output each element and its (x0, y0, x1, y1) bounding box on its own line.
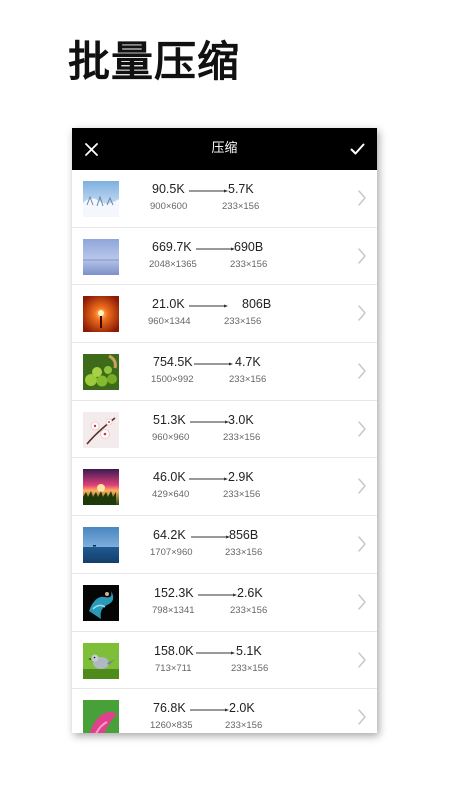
arrow-right-icon (198, 593, 237, 597)
arrow-right-icon (189, 477, 228, 481)
app-bar: 压缩 (72, 128, 377, 170)
compressed-size: 2.9K (228, 470, 254, 485)
compressed-dimensions: 233×156 (222, 201, 260, 212)
compressed-size: 806B (242, 297, 272, 312)
arrow-right-icon (190, 420, 229, 424)
original-size: 21.0K (152, 297, 185, 312)
image-row[interactable]: 76.8K 2.0K 1260×835 233×156 (72, 689, 377, 733)
image-row[interactable]: 51.3K 3.0K 960×960 233×156 (72, 401, 377, 459)
checkmark-icon (350, 143, 364, 155)
compressed-dimensions: 233×156 (231, 662, 269, 674)
original-size: 754.5K (153, 355, 193, 370)
chevron-right-icon (358, 709, 366, 725)
arrow-right-icon (196, 247, 235, 251)
image-row[interactable]: 669.7K 690B 2048×1365 233×156 (72, 228, 377, 286)
confirm-button[interactable] (343, 135, 371, 163)
compressed-dimensions: 233×156 (225, 720, 263, 732)
original-size: 669.7K (152, 239, 192, 254)
app-bar-title: 压缩 (211, 141, 238, 156)
original-dimensions: 429×640 (152, 489, 190, 501)
arrow-right-icon (196, 651, 235, 654)
thumbnail-pink-flower (83, 700, 119, 733)
original-size: 158.0K (154, 643, 194, 658)
chevron-right-icon (358, 536, 366, 552)
chevron-right-icon (358, 363, 366, 379)
compressed-dimensions: 233×156 (229, 374, 267, 386)
compressed-size: 690B (234, 239, 264, 254)
image-row[interactable]: 64.2K 856B 1707×960 233×156 (72, 516, 377, 574)
chevron-right-icon (358, 651, 366, 668)
original-dimensions: 1707×960 (150, 547, 193, 559)
compressed-dimensions: 233×156 (230, 258, 268, 270)
original-dimensions: 1260×835 (150, 720, 193, 732)
phone-screen: 压缩 90.5K 5.7K 900×600 233×156 669.7K 690B 2048… (72, 128, 377, 733)
image-row[interactable]: 158.0K 5.1K 713×711 233×156 (72, 632, 377, 690)
compressed-size: 2.0K (229, 701, 255, 716)
thumbnail-misty-blue-lake (83, 238, 119, 275)
image-row[interactable]: 152.3K 2.6K 798×1341 233×156 (72, 574, 377, 632)
thumbnail-blue-dancer (83, 584, 119, 621)
original-size: 51.3K (153, 412, 186, 427)
compressed-size: 3.0K (228, 412, 254, 427)
original-dimensions: 798×1341 (152, 604, 195, 616)
compressed-dimensions: 233×156 (223, 489, 261, 501)
image-row[interactable]: 46.0K 2.9K 429×640 233×156 (72, 458, 377, 517)
chevron-right-icon (358, 421, 366, 437)
compressed-size: 5.1K (236, 643, 262, 658)
compressed-dimensions: 233×156 (225, 547, 263, 559)
original-dimensions: 2048×1365 (149, 258, 197, 270)
arrow-right-icon (189, 189, 228, 193)
chevron-right-icon (358, 478, 366, 495)
original-dimensions: 960×960 (152, 431, 190, 443)
chevron-right-icon (358, 305, 366, 322)
thumbnail-green-peas-macro (83, 354, 119, 391)
arrow-right-icon (191, 535, 230, 539)
compressed-dimensions: 233×156 (230, 604, 268, 616)
image-row[interactable]: 754.5K 4.7K 1500×992 233×156 (72, 343, 377, 401)
chevron-right-icon (358, 247, 366, 264)
thumbnail-bird-on-grass (83, 642, 119, 679)
thumbnail-pink-sunset-field (83, 469, 119, 506)
original-size: 76.8K (153, 701, 186, 716)
compressed-dimensions: 233×156 (224, 316, 262, 328)
original-size: 64.2K (153, 528, 186, 543)
image-list: 90.5K 5.7K 900×600 233×156 669.7K 690B 2048×13… (72, 170, 377, 733)
original-size: 90.5K (152, 182, 185, 196)
original-dimensions: 1500×992 (151, 374, 194, 386)
arrow-right-icon (190, 708, 229, 712)
original-dimensions: 960×1344 (148, 316, 191, 328)
compressed-dimensions: 233×156 (223, 431, 261, 443)
original-size: 46.0K (153, 470, 186, 485)
chevron-right-icon (358, 594, 366, 610)
thumbnail-white-blossoms (83, 411, 119, 448)
thumbnail-snowy-landscape (83, 181, 119, 217)
promo-title: 批量压缩 (68, 37, 241, 86)
original-size: 152.3K (154, 585, 194, 600)
original-dimensions: 713×711 (155, 662, 192, 674)
image-row[interactable]: 21.0K 806B 960×1344 233×156 (72, 285, 377, 344)
chevron-right-icon (358, 190, 366, 206)
thumbnail-orange-sunset (83, 296, 119, 333)
compressed-size: 4.7K (235, 355, 261, 370)
compressed-size: 856B (229, 528, 259, 543)
compressed-size: 5.7K (228, 182, 254, 196)
original-dimensions: 900×600 (150, 201, 188, 212)
arrow-right-icon (189, 304, 228, 308)
arrow-right-icon (194, 362, 233, 366)
image-row[interactable]: 90.5K 5.7K 900×600 233×156 (72, 170, 377, 228)
compressed-size: 2.6K (237, 585, 263, 600)
thumbnail-blue-sea (83, 527, 119, 564)
